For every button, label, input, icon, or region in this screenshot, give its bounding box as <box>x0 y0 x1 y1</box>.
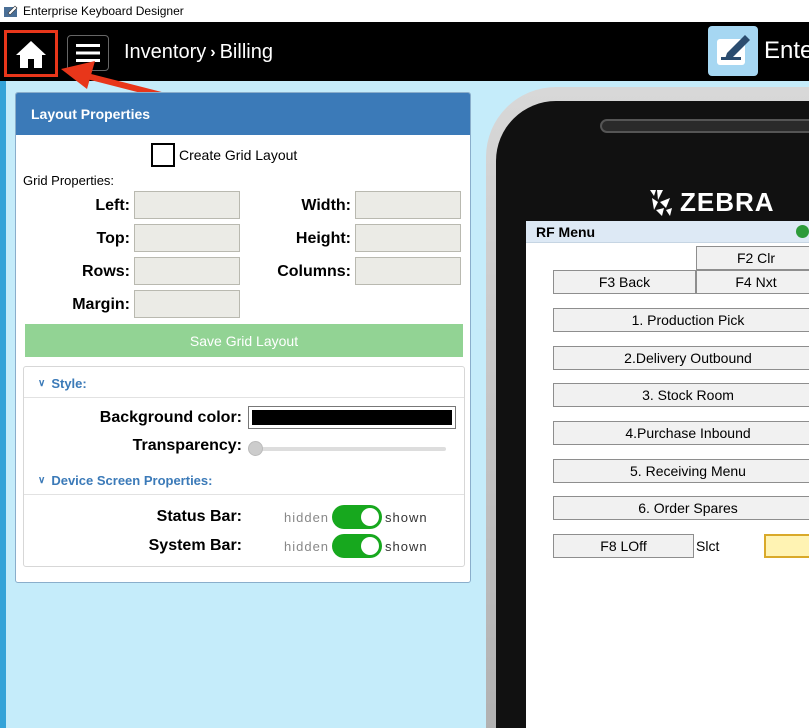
chevron-down-icon: ∨ <box>38 475 46 486</box>
height-input[interactable] <box>355 224 461 252</box>
status-bar-label: Status Bar: <box>156 508 242 525</box>
top-label: Top: <box>96 230 130 247</box>
margin-label: Margin: <box>72 296 130 313</box>
create-grid-label: Create Grid Layout <box>179 147 298 163</box>
layout-properties-panel: Layout Properties Create Grid Layout Gri… <box>15 92 471 583</box>
key-f2[interactable]: F2 Clr <box>696 246 809 270</box>
create-grid-row[interactable]: Create Grid Layout <box>151 143 297 167</box>
home-button[interactable] <box>4 30 58 77</box>
keyboard-designer-logo <box>708 26 758 76</box>
columns-label: Columns: <box>277 263 351 280</box>
device-speaker <box>600 119 809 133</box>
check-icon <box>796 225 809 238</box>
system-bar-shown-label: shown <box>385 538 428 554</box>
width-label: Width: <box>301 197 351 214</box>
status-bar-hidden-label: hidden <box>284 509 330 525</box>
rf-menu-title: RF Menu <box>536 224 596 240</box>
create-grid-checkbox[interactable] <box>151 143 175 167</box>
menu-item-1[interactable]: 1. Production Pick <box>553 308 809 332</box>
color-swatch-fill <box>252 410 452 425</box>
transparency-slider-thumb[interactable] <box>248 441 263 456</box>
grid-properties-label: Grid Properties: <box>23 173 115 188</box>
brand: Ente <box>708 26 809 76</box>
system-bar-label: System Bar: <box>148 537 242 554</box>
height-label: Height: <box>295 230 351 247</box>
menu-item-3[interactable]: 3. Stock Room <box>553 383 809 407</box>
style-section-title: Style: <box>51 376 87 391</box>
background-color-picker[interactable] <box>248 406 456 429</box>
status-bar-toggle-row: hidden shown <box>284 505 428 529</box>
zebra-logo: ZEBRA <box>648 187 775 218</box>
device-screen-section-title: Device Screen Properties: <box>51 473 213 488</box>
background-color-label: Background color: <box>99 409 242 426</box>
margin-input[interactable] <box>134 290 240 318</box>
left-input[interactable] <box>134 191 240 219</box>
status-bar-shown-label: shown <box>385 509 428 525</box>
app-icon <box>4 5 18 17</box>
left-label: Left: <box>95 197 130 214</box>
transparency-slider-track[interactable] <box>256 447 446 451</box>
chevron-down-icon: ∨ <box>38 378 46 389</box>
device-screen-section-header[interactable]: ∨ Device Screen Properties: <box>38 473 212 488</box>
key-f3[interactable]: F3 Back <box>553 270 696 294</box>
columns-input[interactable] <box>355 257 461 285</box>
top-input[interactable] <box>134 224 240 252</box>
keyboard-pen-icon <box>717 35 750 65</box>
menu-item-2[interactable]: 2.Delivery Outbound <box>553 346 809 370</box>
status-bar-toggle[interactable] <box>332 505 383 529</box>
device-screen: RF Menu F2 Clr F3 Back F4 Nxt 1. Product… <box>526 221 809 728</box>
divider <box>24 397 464 398</box>
window-title: Enterprise Keyboard Designer <box>23 4 184 18</box>
system-bar-toggle[interactable] <box>332 534 383 558</box>
style-section-header[interactable]: ∨ Style: <box>38 376 87 391</box>
system-bar-toggle-row: hidden shown <box>284 534 428 558</box>
left-edge-strip <box>0 81 6 728</box>
menu-item-5[interactable]: 5. Receiving Menu <box>553 459 809 483</box>
rows-label: Rows: <box>82 263 130 280</box>
brand-text: Ente <box>764 37 809 64</box>
save-grid-layout-button[interactable]: Save Grid Layout <box>25 324 463 357</box>
rows-input[interactable] <box>134 257 240 285</box>
divider <box>24 494 464 495</box>
window-titlebar: Enterprise Keyboard Designer <box>0 0 809 22</box>
home-icon <box>16 40 46 68</box>
width-input[interactable] <box>355 191 461 219</box>
key-f8[interactable]: F8 LOff <box>553 534 694 558</box>
style-section: ∨ Style: Background color: Transparency:… <box>23 366 465 567</box>
system-bar-hidden-label: hidden <box>284 538 330 554</box>
transparency-label: Transparency: <box>132 437 242 454</box>
menu-item-6[interactable]: 6. Order Spares <box>553 496 809 520</box>
menu-item-4[interactable]: 4.Purchase Inbound <box>553 421 809 445</box>
slct-label: Slct <box>696 538 720 554</box>
zebra-head-icon <box>650 189 672 216</box>
panel-title: Layout Properties <box>16 93 470 135</box>
zebra-brand: ZEBRA <box>680 187 775 217</box>
slct-input[interactable] <box>764 534 809 558</box>
rf-menu-header: RF Menu <box>526 221 809 243</box>
key-f4[interactable]: F4 Nxt <box>696 270 809 294</box>
